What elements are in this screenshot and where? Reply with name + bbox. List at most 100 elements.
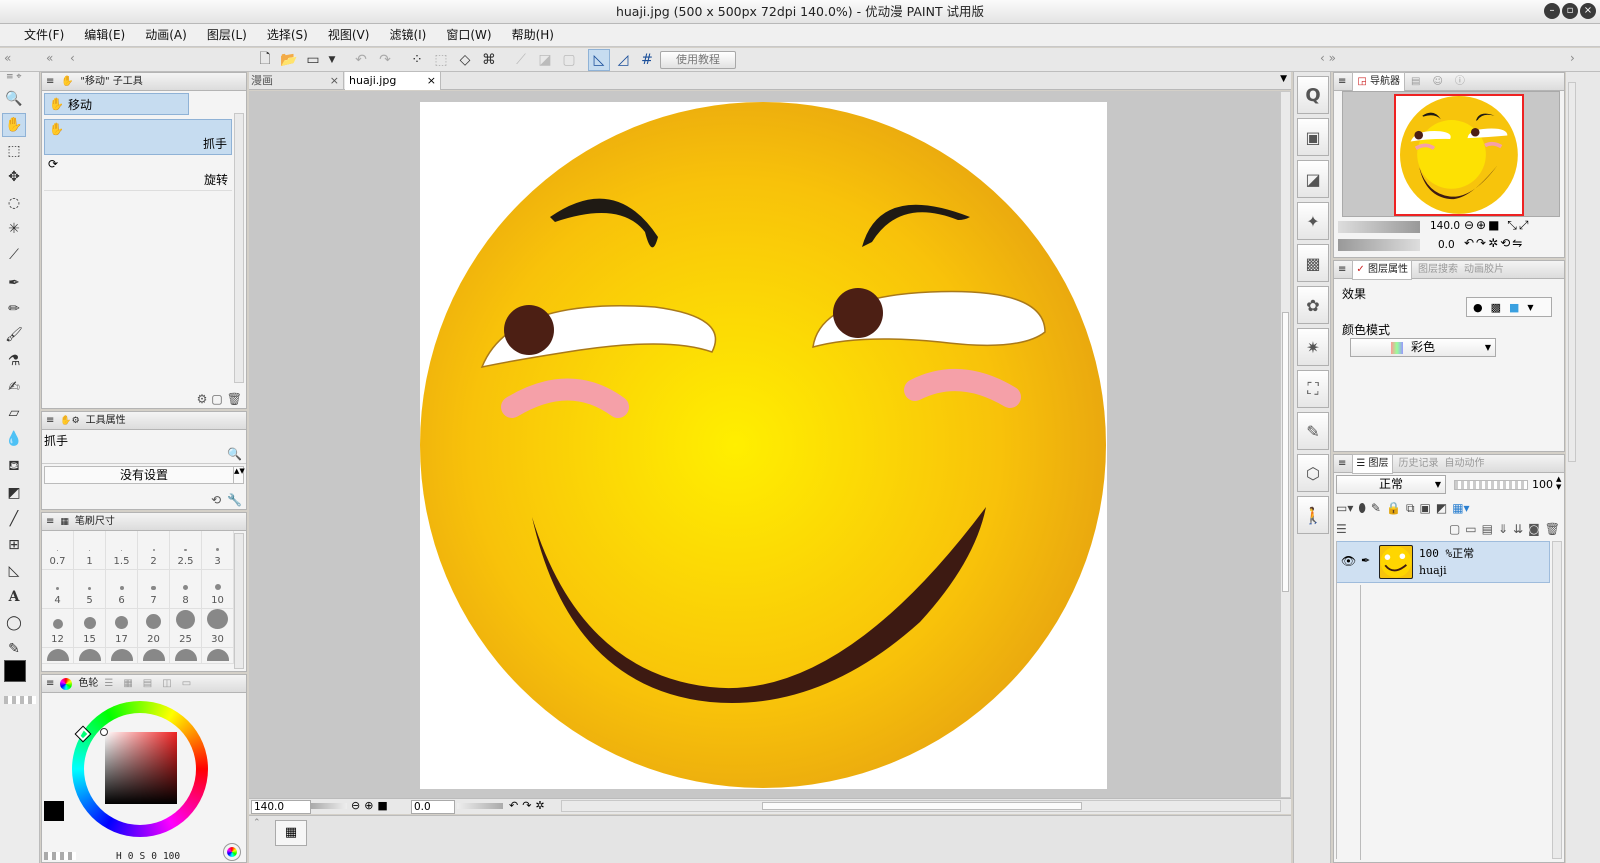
- new-raster-layer-icon[interactable]: ▢: [1449, 522, 1460, 536]
- brush-size-cell[interactable]: [202, 648, 234, 664]
- transform-icon[interactable]: ⌘: [478, 49, 500, 71]
- saturation-value-square[interactable]: [105, 732, 177, 804]
- border-effect-icon[interactable]: ●: [1473, 301, 1483, 314]
- navigator-view-rect[interactable]: [1394, 94, 1524, 216]
- brush-size-cell[interactable]: [106, 648, 138, 664]
- decoration-tool-icon[interactable]: ✍: [2, 375, 26, 399]
- navigator-zoom-buttons-icon[interactable]: ⊖⊕■ ⤡⤢: [1464, 218, 1530, 233]
- blend-tool-icon[interactable]: 💧: [2, 427, 26, 451]
- menu-layer[interactable]: 图层(L): [197, 24, 257, 46]
- redo-icon[interactable]: ↷: [374, 49, 396, 71]
- grid-toggle-icon[interactable]: ◪: [534, 49, 556, 71]
- chevron-left-icon[interactable]: ‹: [70, 51, 75, 65]
- material-3d-icon[interactable]: ⬡: [1297, 454, 1329, 492]
- material-image-icon[interactable]: ▣: [1297, 118, 1329, 156]
- new-vector-layer-icon[interactable]: ▭: [1465, 522, 1476, 536]
- collapse-panel-icon[interactable]: «: [46, 51, 53, 65]
- menu-filter[interactable]: 滤镜(I): [379, 24, 436, 46]
- menu-animation[interactable]: 动画(A): [135, 24, 197, 46]
- brush-tool-icon[interactable]: 🖌: [2, 323, 26, 347]
- figure-tool-icon[interactable]: ╱: [2, 507, 26, 531]
- brush-size-cell[interactable]: 5: [74, 570, 106, 609]
- merge-down-icon[interactable]: ⇊: [1513, 522, 1523, 536]
- rotation-slider[interactable]: [457, 803, 503, 809]
- brush-size-cell[interactable]: 1.5: [106, 531, 138, 570]
- save-dropdown-icon[interactable]: ▼: [326, 49, 338, 71]
- brush-size-cell[interactable]: 25: [170, 609, 202, 648]
- clip-layer-icon[interactable]: ▣: [1420, 501, 1431, 515]
- menu-view[interactable]: 视图(V): [318, 24, 380, 46]
- zoom-slider[interactable]: [311, 803, 347, 809]
- tab-navigator[interactable]: ◲ 导航器: [1352, 71, 1406, 92]
- zoom-tool-icon[interactable]: 🔍: [2, 87, 26, 111]
- tab-layer-property[interactable]: ✓ 图层属性: [1352, 259, 1412, 280]
- rotation-field[interactable]: 0.0: [411, 800, 455, 814]
- vscroll-thumb[interactable]: [1282, 312, 1289, 592]
- tutorial-button[interactable]: 使用教程: [660, 51, 736, 69]
- brush-size-cell[interactable]: 2.5: [170, 531, 202, 570]
- canvas-horizontal-scrollbar[interactable]: [561, 800, 1281, 812]
- opacity-stepper-icon[interactable]: ▲ ▼: [1556, 475, 1561, 491]
- brush-size-cell[interactable]: 8: [170, 570, 202, 609]
- main-color-swatch[interactable]: [4, 660, 26, 682]
- effect-dropdown-icon[interactable]: ▼: [1527, 303, 1533, 312]
- mask-layer-icon[interactable]: ◙: [1528, 522, 1540, 536]
- blend-mode-select[interactable]: 正常 ▼: [1336, 475, 1446, 494]
- magic-wand-tool-icon[interactable]: ✳: [2, 217, 26, 241]
- crop-icon[interactable]: ⬚: [430, 49, 452, 71]
- subtool-item-rotate[interactable]: ⟳ 旋转: [44, 155, 232, 191]
- navigator-rotate-slider[interactable]: [1338, 239, 1420, 251]
- eraser-tool-icon[interactable]: ▱: [2, 401, 26, 425]
- brush-size-cell[interactable]: [138, 648, 170, 664]
- layers-scrollbar[interactable]: [1552, 541, 1562, 859]
- lasso-tool-icon[interactable]: ◌: [2, 191, 26, 215]
- brush-size-cell[interactable]: 0.7: [42, 531, 74, 570]
- brush-size-cell[interactable]: 30: [202, 609, 234, 648]
- visibility-eye-icon[interactable]: 👁: [1341, 554, 1356, 568]
- airbrush-tool-icon[interactable]: ⚗: [2, 349, 26, 373]
- edit-lock-icon[interactable]: ✒: [1361, 554, 1370, 567]
- tab-layer-search[interactable]: 图层搜索: [1418, 261, 1458, 279]
- brush-size-cell[interactable]: [42, 648, 74, 664]
- collapse-left-icon[interactable]: «: [4, 51, 11, 65]
- brush-size-scrollbar[interactable]: [234, 533, 244, 669]
- move-layer-tool-icon[interactable]: ✥: [2, 165, 26, 189]
- wrench-icon[interactable]: 🔧: [227, 493, 242, 507]
- frame-icon[interactable]: ▢: [558, 49, 580, 71]
- ruler-icon[interactable]: ⟋: [510, 49, 532, 71]
- zoom-buttons-icon[interactable]: ⊖⊕■: [351, 799, 392, 812]
- subtool-scrollbar[interactable]: [234, 113, 244, 383]
- chevron-right-icon[interactable]: ›: [1570, 51, 1575, 65]
- brush-size-cell[interactable]: 2: [138, 531, 170, 570]
- correct-line-tool-icon[interactable]: ✎: [2, 637, 26, 661]
- brush-size-cell[interactable]: 15: [74, 609, 106, 648]
- tone-effect-icon[interactable]: ▩: [1491, 301, 1501, 314]
- mask-icon[interactable]: ◩: [1436, 501, 1447, 515]
- new-file-icon[interactable]: 🗋: [254, 49, 276, 71]
- close-icon[interactable]: ×: [1580, 3, 1596, 19]
- tabs-dropdown-icon[interactable]: ▼: [1280, 74, 1287, 84]
- undo-icon[interactable]: ↶: [350, 49, 372, 71]
- menu-file[interactable]: 文件(F): [14, 24, 74, 46]
- tab-history[interactable]: 历史记录: [1399, 455, 1439, 473]
- navigator-preview[interactable]: [1342, 91, 1560, 217]
- outer-panel-scrollbar[interactable]: [1568, 82, 1576, 462]
- brush-size-cell[interactable]: 7: [138, 570, 170, 609]
- opacity-slider[interactable]: [1454, 480, 1528, 490]
- transparent-preview[interactable]: [44, 852, 76, 860]
- menu-select[interactable]: 选择(S): [257, 24, 318, 46]
- timeline-icon[interactable]: ▦: [275, 820, 307, 846]
- menu-window[interactable]: 窗口(W): [436, 24, 501, 46]
- material-color-icon[interactable]: ◪: [1297, 160, 1329, 198]
- menu-edit[interactable]: 编辑(E): [74, 24, 135, 46]
- brush-size-cell[interactable]: 1: [74, 531, 106, 570]
- minimize-icon[interactable]: –: [1544, 3, 1560, 19]
- canvas-vertical-scrollbar[interactable]: [1280, 91, 1291, 798]
- lock-icon[interactable]: 🔒: [1386, 501, 1401, 515]
- pen-tool-icon[interactable]: ✒: [2, 271, 26, 295]
- brush-size-cell[interactable]: 17: [106, 609, 138, 648]
- reset-setting-icon[interactable]: ⟲: [211, 493, 221, 507]
- tab-layers[interactable]: ☰ 图层: [1352, 453, 1393, 474]
- delete-subtool-icon[interactable]: 🗑: [227, 392, 242, 406]
- layer-row-huaji[interactable]: 👁 ✒ 100 %正常 huaji: [1336, 541, 1550, 583]
